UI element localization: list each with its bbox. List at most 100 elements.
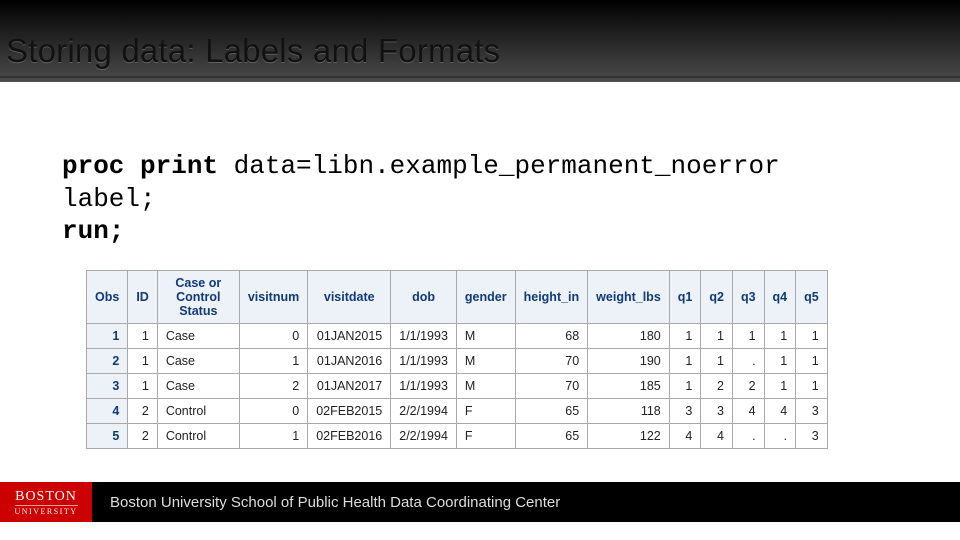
cell: 01JAN2017	[308, 373, 391, 398]
cell: .	[764, 423, 796, 448]
col-status: Case or Control Status	[157, 270, 239, 323]
cell: 4	[669, 423, 701, 448]
cell: 1	[669, 323, 701, 348]
cell: F	[456, 423, 515, 448]
cell: 1	[701, 323, 733, 348]
col-height: height_in	[515, 270, 588, 323]
cell: Control	[157, 398, 239, 423]
cell: 1	[128, 348, 158, 373]
cell: 65	[515, 398, 588, 423]
cell: 3	[796, 398, 828, 423]
col-id: ID	[128, 270, 158, 323]
cell-obs: 3	[87, 373, 128, 398]
cell: 3	[701, 398, 733, 423]
cell: 02FEB2016	[308, 423, 391, 448]
cell: 70	[515, 348, 588, 373]
cell: 1	[701, 348, 733, 373]
cell: 1	[239, 348, 307, 373]
cell: .	[732, 423, 764, 448]
footer-text: Boston University School of Public Healt…	[110, 494, 560, 511]
slide-title: Storing data: Labels and Formats	[6, 32, 500, 70]
bu-logo: BOSTON UNIVERSITY	[0, 482, 92, 522]
col-visitnum: visitnum	[239, 270, 307, 323]
cell: 1/1/1993	[391, 323, 457, 348]
table-row: 1 1 Case 0 01JAN2015 1/1/1993 M 68 180 1…	[87, 323, 828, 348]
cell: 2/2/1994	[391, 398, 457, 423]
cell: .	[732, 348, 764, 373]
cell: Control	[157, 423, 239, 448]
col-weight: weight_lbs	[588, 270, 670, 323]
cell: 02FEB2015	[308, 398, 391, 423]
cell: Case	[157, 323, 239, 348]
cell: 122	[588, 423, 670, 448]
cell: 2	[128, 398, 158, 423]
table-row: 4 2 Control 0 02FEB2015 2/2/1994 F 65 11…	[87, 398, 828, 423]
cell: 185	[588, 373, 670, 398]
table-row: 5 2 Control 1 02FEB2016 2/2/1994 F 65 12…	[87, 423, 828, 448]
title-underline	[0, 76, 960, 78]
table-row: 3 1 Case 2 01JAN2017 1/1/1993 M 70 185 1…	[87, 373, 828, 398]
cell: Case	[157, 373, 239, 398]
cell: 2	[128, 423, 158, 448]
code-text: data=libn.example_permanent_noerror	[234, 151, 780, 181]
cell: 0	[239, 323, 307, 348]
cell: 1	[796, 373, 828, 398]
cell: 2	[732, 373, 764, 398]
cell: 1	[796, 348, 828, 373]
col-q1: q1	[669, 270, 701, 323]
col-q5: q5	[796, 270, 828, 323]
cell: 1	[669, 373, 701, 398]
output-table-wrap: Obs ID Case or Control Status visitnum v…	[86, 270, 920, 449]
cell: Case	[157, 348, 239, 373]
cell: 1	[669, 348, 701, 373]
logo-line1: BOSTON	[15, 489, 77, 505]
col-q3: q3	[732, 270, 764, 323]
cell: 1	[239, 423, 307, 448]
slide: Storing data: Labels and Formats proc pr…	[0, 0, 960, 540]
cell: 4	[701, 423, 733, 448]
code-block: proc print data=libn.example_permanent_n…	[62, 150, 920, 248]
cell: 118	[588, 398, 670, 423]
cell: 1	[796, 323, 828, 348]
cell: 4	[732, 398, 764, 423]
code-keyword: proc print	[62, 151, 234, 181]
col-gender: gender	[456, 270, 515, 323]
cell: M	[456, 373, 515, 398]
cell-obs: 5	[87, 423, 128, 448]
logo-line2: UNIVERSITY	[15, 505, 78, 516]
table-row: 2 1 Case 1 01JAN2016 1/1/1993 M 70 190 1…	[87, 348, 828, 373]
output-table: Obs ID Case or Control Status visitnum v…	[86, 270, 828, 449]
cell: 01JAN2016	[308, 348, 391, 373]
table-header-row: Obs ID Case or Control Status visitnum v…	[87, 270, 828, 323]
col-visitdate: visitdate	[308, 270, 391, 323]
cell: 1	[732, 323, 764, 348]
cell: 2	[239, 373, 307, 398]
footer-bar: BOSTON UNIVERSITY Boston University Scho…	[0, 482, 960, 522]
cell: 70	[515, 373, 588, 398]
cell: 01JAN2015	[308, 323, 391, 348]
cell: 4	[764, 398, 796, 423]
cell: 65	[515, 423, 588, 448]
col-obs: Obs	[87, 270, 128, 323]
cell: 190	[588, 348, 670, 373]
cell-obs: 2	[87, 348, 128, 373]
cell: 1/1/1993	[391, 373, 457, 398]
cell: 1	[764, 373, 796, 398]
code-keyword: run;	[62, 216, 124, 246]
cell: 1	[128, 373, 158, 398]
slide-body: proc print data=libn.example_permanent_n…	[62, 150, 920, 449]
cell-obs: 1	[87, 323, 128, 348]
cell: 3	[669, 398, 701, 423]
code-text: label;	[62, 184, 156, 214]
col-dob: dob	[391, 270, 457, 323]
cell: 0	[239, 398, 307, 423]
cell: 2/2/1994	[391, 423, 457, 448]
cell: M	[456, 323, 515, 348]
cell: 1	[764, 323, 796, 348]
table-body: 1 1 Case 0 01JAN2015 1/1/1993 M 68 180 1…	[87, 323, 828, 448]
cell: 1	[128, 323, 158, 348]
cell: 2	[701, 373, 733, 398]
col-q2: q2	[701, 270, 733, 323]
cell: M	[456, 348, 515, 373]
cell: 1	[764, 348, 796, 373]
